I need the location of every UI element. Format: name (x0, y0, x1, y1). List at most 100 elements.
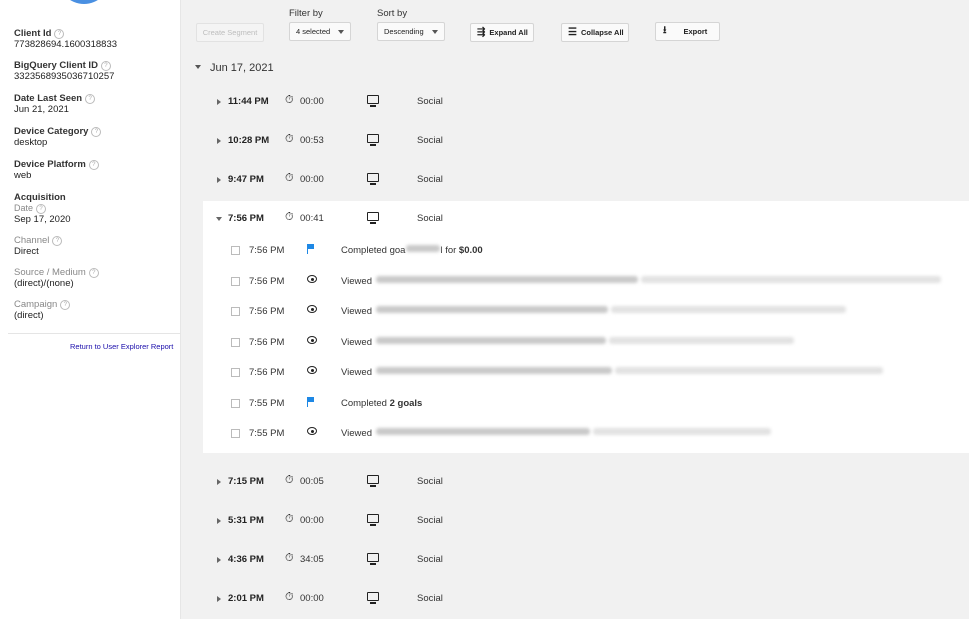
eye-icon (307, 305, 317, 316)
collapse-all-icon: ☰ (568, 27, 577, 38)
hit-prefix: Completed goa (341, 245, 406, 256)
help-icon[interactable]: ? (88, 268, 99, 278)
hit-row[interactable]: 7:55 PM Viewed (203, 419, 969, 449)
help-icon[interactable]: ? (100, 61, 111, 71)
redacted-url (593, 428, 772, 435)
channel-field: Channel? Direct (14, 235, 63, 257)
source-medium-value: (direct)/(none) (14, 278, 74, 289)
device-platform-label: Device Platform (14, 159, 86, 170)
filter-by-value: 4 selected (296, 27, 331, 36)
desktop-icon (367, 592, 379, 604)
device-category-label: Device Category (14, 126, 89, 137)
redacted-text (375, 276, 638, 283)
session-row[interactable]: 9:47 PM ⏱ 00:00 Social (203, 162, 969, 200)
filter-by-dropdown[interactable]: 4 selected (289, 22, 351, 41)
hit-description: Viewed (341, 367, 884, 378)
stopwatch-icon: ⏱ (285, 552, 294, 564)
desktop-icon (367, 212, 379, 224)
flag-icon (307, 397, 314, 410)
help-icon[interactable]: ? (54, 29, 65, 39)
sort-by-value: Descending (384, 27, 424, 36)
session-time: 5:31 PM (228, 515, 264, 526)
user-activity-panel: Create Segment Filter by 4 selected Sort… (181, 0, 969, 619)
session-row[interactable]: 4:36 PM ⏱ 34:05 Social (203, 542, 969, 580)
session-time: 9:47 PM (228, 174, 264, 185)
help-icon[interactable]: ? (91, 127, 102, 137)
chevron-right-icon (217, 596, 221, 602)
hit-description: Completed goa l for $0.00 (341, 245, 483, 256)
hit-time: 7:56 PM (249, 337, 285, 348)
date-group-header[interactable]: Jun 17, 2021 (195, 62, 274, 74)
hit-value: $0.00 (458, 245, 483, 256)
session-row[interactable]: 11:44 PM ⏱ 00:00 Social (203, 84, 969, 122)
chevron-right-icon (217, 138, 221, 144)
chevron-right-icon (217, 557, 221, 563)
hit-time: 7:56 PM (249, 306, 285, 317)
hit-row[interactable]: 7:56 PM Completed goa l for $0.00 (203, 236, 969, 266)
hit-checkbox[interactable] (231, 399, 240, 408)
session-row[interactable]: 10:28 PM ⏱ 00:53 Social (203, 123, 969, 161)
hit-row[interactable]: 7:56 PM Viewed (203, 267, 969, 297)
bq-client-id-value: 3323568935036710257 (14, 71, 115, 82)
desktop-icon (367, 134, 379, 146)
session-channel: Social (417, 593, 443, 604)
help-icon[interactable]: ? (36, 204, 47, 214)
session-duration: 00:00 (300, 96, 324, 107)
hit-checkbox[interactable] (231, 246, 240, 255)
hit-row[interactable]: 7:56 PM Viewed (203, 297, 969, 327)
bq-client-id-field: BigQuery Client ID? 3323568935036710257 (14, 60, 114, 82)
help-icon[interactable]: ? (88, 160, 99, 170)
create-segment-button[interactable]: Create Segment (196, 23, 264, 42)
device-platform-value: web (14, 170, 32, 181)
hit-row[interactable]: 7:56 PM Viewed (203, 328, 969, 358)
hit-value: 2 goals (389, 398, 423, 409)
session-row[interactable]: 7:56 PM ⏱ 00:41 Social (203, 201, 969, 239)
expand-all-label: Expand All (489, 28, 528, 37)
campaign-field: Campaign? (direct) (14, 299, 71, 321)
source-medium-label: Source / Medium (14, 267, 86, 278)
hit-prefix: Viewed (341, 306, 372, 317)
session-duration: 00:00 (300, 174, 324, 185)
hit-checkbox[interactable] (231, 429, 240, 438)
stopwatch-icon: ⏱ (285, 133, 294, 145)
session-row[interactable]: 7:15 PM ⏱ 00:05 Social (203, 464, 969, 502)
session-row[interactable]: 5:31 PM ⏱ 00:00 Social (203, 503, 969, 541)
help-icon[interactable]: ? (60, 300, 71, 310)
session-channel: Social (417, 515, 443, 526)
sort-by-dropdown[interactable]: Descending (377, 22, 445, 41)
campaign-label: Campaign (14, 299, 58, 310)
hit-checkbox[interactable] (231, 338, 240, 347)
hit-checkbox[interactable] (231, 277, 240, 286)
date-group-label: Jun 17, 2021 (210, 62, 274, 74)
acquisition-date-value: Sep 17, 2020 (14, 214, 71, 225)
hit-checkbox[interactable] (231, 368, 240, 377)
redacted-text (406, 245, 441, 252)
chevron-down-icon (338, 29, 345, 34)
hit-row[interactable]: 7:56 PM Viewed (203, 358, 969, 388)
collapse-all-button[interactable]: ☰ Collapse All (561, 23, 629, 42)
source-medium-field: Source / Medium? (direct)/(none) (14, 267, 99, 289)
toolbar: Create Segment Filter by 4 selected Sort… (181, 0, 969, 52)
session-row[interactable]: 2:01 PM ⏱ 00:00 Social (203, 581, 969, 619)
chevron-down-icon (216, 217, 222, 221)
export-button[interactable]: ⭳ Export (655, 22, 720, 41)
hit-checkbox[interactable] (231, 307, 240, 316)
stopwatch-icon: ⏱ (285, 172, 294, 184)
expand-all-button[interactable]: ⇶ Expand All (470, 23, 534, 42)
client-id-value: 773828694.1600318833 (14, 39, 118, 50)
sidebar-divider (8, 333, 181, 334)
help-icon[interactable]: ? (85, 94, 96, 104)
hit-row[interactable]: 7:55 PM Completed 2 goals (203, 389, 969, 419)
desktop-icon (367, 514, 379, 526)
user-sidebar: Client Id? 773828694.1600318833 BigQuery… (0, 0, 181, 619)
help-icon[interactable]: ? (52, 236, 63, 246)
date-last-seen-field: Date Last Seen? Jun 21, 2021 (14, 93, 96, 115)
session-channel: Social (417, 135, 443, 146)
session-channel: Social (417, 96, 443, 107)
bq-client-id-label: BigQuery Client ID (14, 60, 98, 71)
campaign-value: (direct) (14, 310, 44, 321)
session-time: 2:01 PM (228, 593, 264, 604)
return-to-user-explorer-link[interactable]: Return to User Explorer Report (70, 342, 173, 351)
chevron-right-icon (217, 99, 221, 105)
hit-description: Completed 2 goals (341, 398, 422, 409)
